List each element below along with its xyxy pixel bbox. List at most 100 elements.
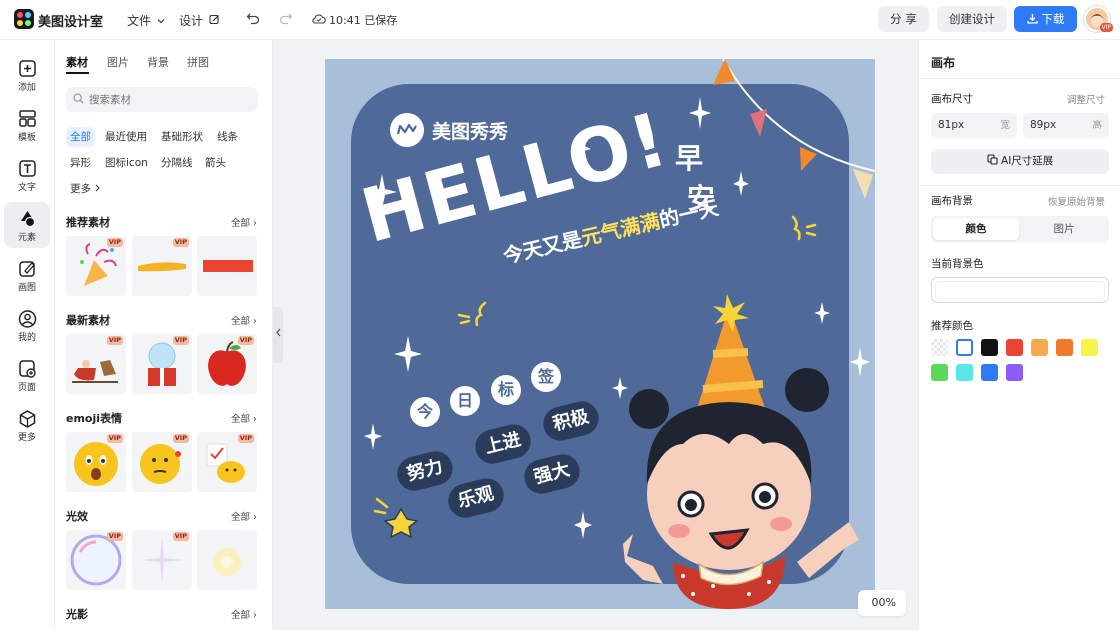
rail-item-page[interactable]: 页面 — [4, 352, 50, 398]
undo-icon[interactable] — [246, 12, 260, 26]
asset-thumb[interactable]: VIP — [132, 432, 192, 492]
chip-all[interactable]: 全部 — [66, 127, 95, 147]
tab-images[interactable]: 图片 — [107, 54, 129, 70]
current-bg-label: 当前背景色 — [931, 258, 984, 270]
asset-thumb[interactable]: VIP — [66, 236, 126, 296]
vip-badge: VIP — [237, 336, 254, 345]
rail-item-draw[interactable]: 画图 — [4, 252, 50, 298]
redo-icon[interactable] — [279, 12, 293, 26]
section-title-newest: 最新素材 — [66, 314, 110, 327]
rail-item-text[interactable]: 文字 — [4, 152, 50, 198]
rail-item-more[interactable]: 更多 — [4, 402, 50, 448]
rail-item-template[interactable]: 模板 — [4, 102, 50, 148]
rail-item-add[interactable]: 添加 — [4, 52, 50, 98]
swatch-light-orange[interactable] — [1031, 339, 1048, 356]
width-value: 81px — [938, 119, 965, 131]
recommended-colors-label: 推荐颜色 — [931, 320, 973, 332]
asset-thumb[interactable]: VIP — [66, 530, 126, 590]
vip-badge: VIP — [172, 532, 189, 541]
swatch-cyan[interactable] — [956, 364, 973, 381]
good-morning-1: 早 — [675, 142, 704, 175]
file-menu[interactable]: 文件 — [127, 12, 165, 29]
asset-thumb[interactable]: VIP — [132, 334, 192, 394]
tab-materials[interactable]: 素材 — [66, 54, 88, 70]
see-all-emoji[interactable]: 全部 › — [231, 411, 257, 425]
chip-recent[interactable]: 最近使用 — [101, 127, 151, 147]
see-all-light-effects[interactable]: 全部 › — [231, 509, 257, 523]
shapes-icon — [21, 211, 36, 228]
rail-item-elements[interactable]: 元素 — [4, 202, 50, 248]
red-bar-icon — [203, 260, 253, 272]
rail-item-label: 文字 — [17, 183, 36, 193]
section-title-emoji: emoji表情 — [66, 412, 123, 425]
chip-dividers[interactable]: 分隔线 — [157, 153, 197, 173]
design-canvas[interactable]: 美图秀秀 HELLO! 早 安 今天又是元气满满的一天 今 日 标 签 努力 上… — [325, 59, 875, 609]
swatch-transparent[interactable] — [931, 339, 948, 356]
search-input[interactable] — [66, 87, 258, 112]
rail-item-mine[interactable]: 我的 — [4, 302, 50, 348]
create-design-button[interactable]: 创建设计 — [937, 6, 1007, 32]
adjust-size-link[interactable]: 调整尺寸 — [1067, 92, 1105, 106]
cloud-saved-icon — [312, 14, 326, 24]
restore-bg-link[interactable]: 恢复原始背景 — [1048, 194, 1105, 208]
chip-icons[interactable]: 图标icon — [101, 153, 152, 173]
chip-more-label: 更多 — [70, 183, 91, 195]
bg-tab-image[interactable]: 图片 — [1021, 218, 1107, 240]
left-rail: 添加 模板 文字 元素 画图 我的 页面 更多 — [0, 40, 55, 630]
save-status: 10:41 已保存 — [329, 14, 398, 27]
height-field[interactable]: 89px 高 — [1023, 113, 1109, 138]
share-button[interactable]: 分 享 — [878, 6, 929, 32]
search-icon — [73, 93, 84, 104]
avatar-vip-badge: VIP — [1099, 23, 1113, 32]
avatar[interactable]: VIP — [1084, 6, 1113, 32]
swatch-red[interactable] — [1006, 339, 1023, 356]
swatch-white[interactable] — [956, 339, 973, 356]
bracket-decoration-right — [791, 215, 817, 241]
asset-thumb[interactable]: VIP — [197, 432, 257, 492]
see-all-recommended[interactable]: 全部 › — [231, 215, 257, 229]
width-field[interactable]: 81px 宽 — [931, 113, 1017, 138]
see-all-newest[interactable]: 全部 › — [231, 313, 257, 327]
vip-badge: VIP — [237, 434, 254, 443]
swatch-black[interactable] — [981, 339, 998, 356]
collapse-panel-button[interactable] — [273, 307, 283, 363]
chip-lines[interactable]: 线条 — [213, 127, 242, 147]
tab-collage[interactable]: 拼图 — [187, 54, 209, 70]
zoom-indicator[interactable]: 00% — [858, 590, 906, 616]
design-menu[interactable]: 设计 — [179, 12, 220, 29]
swatch-blue[interactable] — [981, 364, 998, 381]
chip-arrows[interactable]: 箭头 — [201, 153, 230, 173]
see-all-label: 全部 — [231, 414, 251, 425]
cube-icon — [19, 410, 36, 428]
asset-thumb[interactable] — [197, 236, 257, 296]
vip-badge: VIP — [106, 336, 123, 345]
rail-item-label: 画图 — [17, 283, 36, 293]
asset-thumb[interactable]: VIP — [132, 530, 192, 590]
asset-thumb[interactable]: VIP — [66, 432, 126, 492]
rail-item-label: 我的 — [17, 333, 36, 343]
swatch-yellow[interactable] — [1081, 339, 1098, 356]
app-logo-icon[interactable] — [14, 9, 34, 29]
asset-thumb[interactable]: VIP — [197, 334, 257, 394]
chevron-right-icon — [95, 184, 101, 192]
chip-more[interactable]: 更多 — [66, 179, 105, 199]
see-all-label: 全部 — [231, 316, 251, 327]
see-all-light-shadow[interactable]: 全部 › — [231, 607, 257, 621]
see-all-label: 全部 — [231, 218, 251, 229]
asset-thumb[interactable]: VIP — [66, 334, 126, 394]
section-title-light-shadow: 光影 — [66, 608, 88, 621]
swatch-purple[interactable] — [1006, 364, 1023, 381]
ai-size-expand-button[interactable]: AI尺寸延展 — [931, 149, 1109, 174]
asset-thumb[interactable] — [197, 530, 257, 590]
plus-square-icon — [19, 60, 36, 77]
download-button[interactable]: 下载 — [1014, 6, 1077, 32]
ai-expand-icon — [987, 154, 998, 165]
chip-basic-shapes[interactable]: 基础形状 — [157, 127, 207, 147]
swatch-green[interactable] — [931, 364, 948, 381]
chip-irregular[interactable]: 异形 — [66, 153, 95, 173]
current-bg-color-field[interactable] — [931, 277, 1109, 303]
swatch-orange[interactable] — [1056, 339, 1073, 356]
asset-thumb[interactable]: VIP — [132, 236, 192, 296]
tab-backgrounds[interactable]: 背景 — [147, 54, 169, 70]
bg-tab-color[interactable]: 颜色 — [933, 218, 1019, 240]
